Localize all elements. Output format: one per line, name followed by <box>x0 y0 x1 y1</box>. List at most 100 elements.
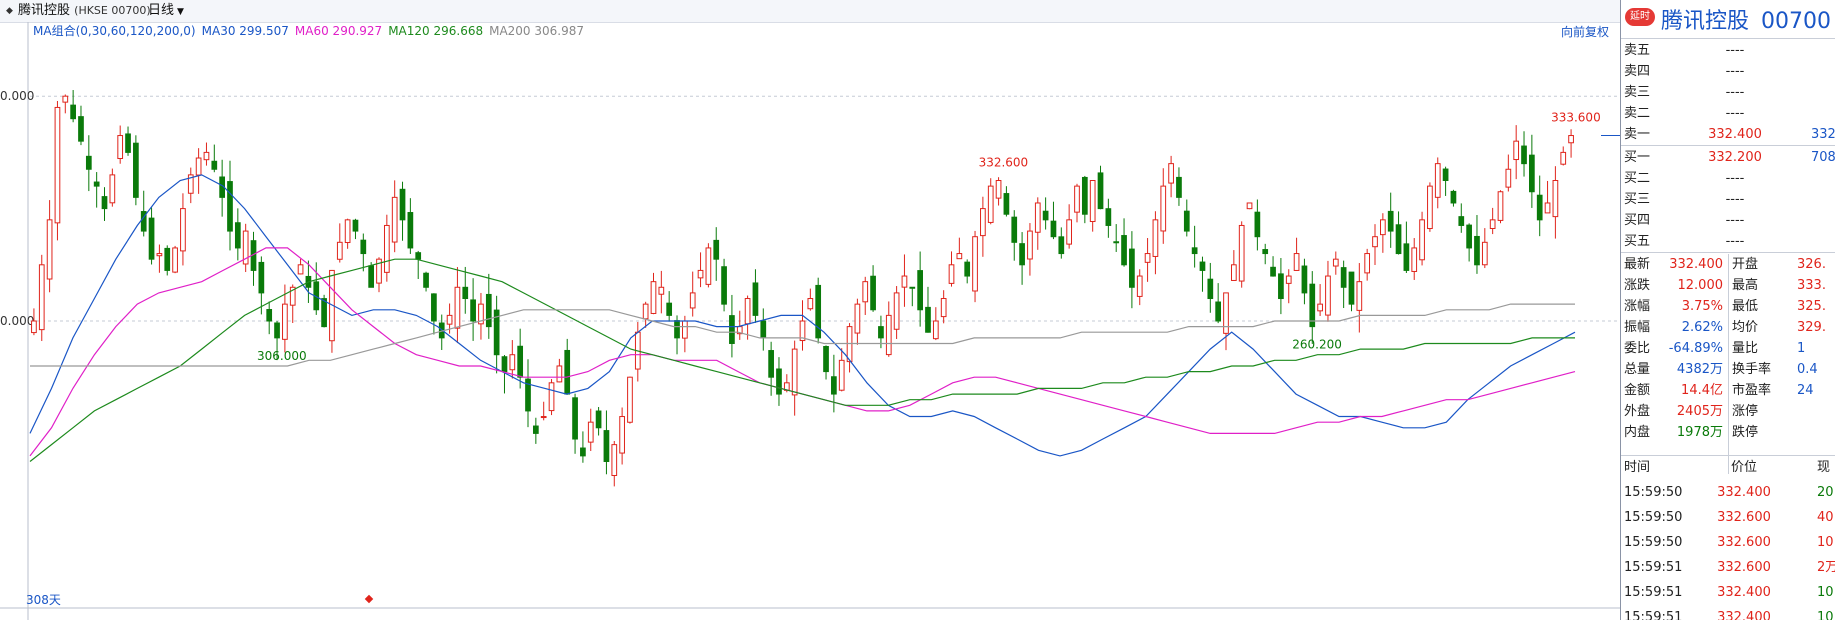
candle-body <box>1027 230 1033 260</box>
stat-right-7: 涨停 <box>1729 401 1835 422</box>
tick-volume: 20 <box>1817 485 1834 500</box>
delayed-badge: 延时 <box>1625 8 1655 26</box>
stock-title[interactable]: 腾讯控股 (HKSE 00700) <box>18 0 151 22</box>
stat-label: 涨跌 <box>1624 278 1651 293</box>
candle-body <box>885 314 892 356</box>
candle-body <box>423 272 429 288</box>
ma-legend-ma30: MA30 299.507 <box>201 24 289 38</box>
candle-body <box>823 346 829 373</box>
stat-label: 涨幅 <box>1624 299 1651 314</box>
candle-body <box>1552 180 1559 218</box>
ma-legend-ma120: MA120 296.668 <box>388 24 484 38</box>
tick-time: 15:59:50 <box>1624 510 1683 525</box>
bid-level-4[interactable]: 买四 ---- <box>1621 210 1835 231</box>
stat-label: 市盈率 <box>1732 383 1772 398</box>
ticks-divider <box>1621 455 1835 456</box>
level-label: 卖二 <box>1624 106 1651 121</box>
candle-body <box>1427 185 1433 230</box>
bid-level-2[interactable]: 买二 ---- <box>1621 168 1835 189</box>
stat-label: 量比 <box>1732 341 1759 356</box>
bid-level-3[interactable]: 买三 ---- <box>1621 189 1835 210</box>
candle-body <box>399 188 406 221</box>
quote-name-text: 腾讯控股 <box>1661 9 1750 34</box>
candle-body <box>180 208 186 252</box>
candle-body <box>1160 185 1167 232</box>
stat-left-2: 涨幅 3.75% <box>1621 296 1729 317</box>
stat-value: 3.75% <box>1681 299 1723 314</box>
candle-body <box>572 397 578 440</box>
stat-value: 332.400 <box>1669 257 1723 272</box>
stat-label: 均价 <box>1732 320 1759 335</box>
candle-body <box>1215 301 1222 322</box>
stock-chart-app: ◆ 腾讯控股 (HKSE 00700) 日线 ▼ 0.000 0.000 306.00… <box>0 0 1835 620</box>
candle-body <box>1513 140 1520 161</box>
candle-body <box>893 292 900 330</box>
candle-body <box>78 116 84 142</box>
candle-body <box>1434 163 1441 198</box>
kline-chart-svg[interactable]: 0.000 0.000 306.000 332.600 260.200 333.600 30… <box>0 22 1620 620</box>
candle-body <box>109 174 116 204</box>
candle-body <box>1152 219 1159 257</box>
candle-body <box>1529 154 1535 193</box>
forward-adjust-button[interactable]: 向前复权 <box>1561 23 1609 40</box>
ma-legend-ma60: MA60 290.927 <box>294 24 383 38</box>
tick-row: 15:59:50 332.600 10 <box>1621 530 1835 556</box>
stats-divider-top <box>1621 252 1835 253</box>
tick-time: 15:59:51 <box>1624 560 1683 575</box>
candle-body <box>282 303 288 340</box>
period-selector[interactable]: 日线 ▼ <box>148 0 184 23</box>
book-divider <box>1621 145 1835 146</box>
candle-body <box>62 95 69 103</box>
stat-right-1: 最高 333. <box>1729 275 1835 296</box>
candle-body <box>258 261 265 294</box>
tick-price: 332.600 <box>1717 560 1771 575</box>
tick-row: 15:59:50 332.400 20 <box>1621 480 1835 506</box>
ma-line-ma30 <box>29 174 1576 457</box>
ask-level-4[interactable]: 卖四 ---- <box>1621 61 1835 82</box>
stat-right-2: 最低 325. <box>1729 296 1835 317</box>
candle-body <box>1105 208 1112 226</box>
candle-body <box>1144 253 1151 263</box>
bid-level-1[interactable]: 买一 332.200 708 <box>1621 147 1835 168</box>
candle-body <box>321 298 327 328</box>
period-label: 日线 <box>148 3 175 18</box>
ask-level-3[interactable]: 卖三 ---- <box>1621 82 1835 103</box>
candle-body <box>164 247 171 271</box>
stat-left-7: 外盘 2405万 <box>1621 401 1729 422</box>
candle-body <box>925 306 931 333</box>
tick-volume: 10 <box>1817 585 1834 600</box>
candle-body <box>972 236 978 292</box>
chevron-down-icon: ▼ <box>177 7 184 17</box>
level-label: 买三 <box>1624 192 1651 207</box>
ask-level-5[interactable]: 卖五 ---- <box>1621 40 1835 61</box>
kline-chart[interactable]: 0.000 0.000 306.000 332.600 260.200 333.600 30… <box>0 22 1620 620</box>
dropdown-arrow-icon[interactable]: ◆ <box>6 0 13 22</box>
candle-body <box>1450 190 1457 204</box>
candle-body <box>768 350 774 378</box>
candle-body <box>721 266 727 305</box>
ask-level-2[interactable]: 卖二 ---- <box>1621 103 1835 124</box>
stat-label: 内盘 <box>1624 425 1651 440</box>
stat-label: 最低 <box>1732 299 1759 314</box>
level-label: 卖五 <box>1624 43 1651 58</box>
candle-body <box>1183 210 1190 232</box>
stat-value: 12.000 <box>1677 278 1724 293</box>
candle-body <box>133 142 139 198</box>
candle-body <box>156 253 163 257</box>
ma-legend-group[interactable]: MA组合(0,30,60,120,200,0) <box>33 24 196 38</box>
tick-row: 15:59:51 332.400 10 <box>1621 605 1835 620</box>
candle-body <box>980 208 986 237</box>
candle-body <box>807 298 814 310</box>
candle-body <box>1474 235 1480 266</box>
candle-body <box>1011 216 1018 243</box>
tick-volume: 2万 <box>1817 560 1835 575</box>
candle-body <box>1129 248 1135 288</box>
stat-right-3: 均价 329. <box>1729 317 1835 338</box>
candle-body <box>1191 247 1198 255</box>
ask-level-1[interactable]: 卖一 332.400 3325 <box>1621 124 1835 145</box>
candle-body <box>1419 219 1425 261</box>
bid-level-5[interactable]: 买五 ---- <box>1621 231 1835 252</box>
candle-body <box>1442 168 1449 181</box>
candle-body <box>485 293 492 328</box>
day-count-label: 308天 <box>26 593 61 607</box>
